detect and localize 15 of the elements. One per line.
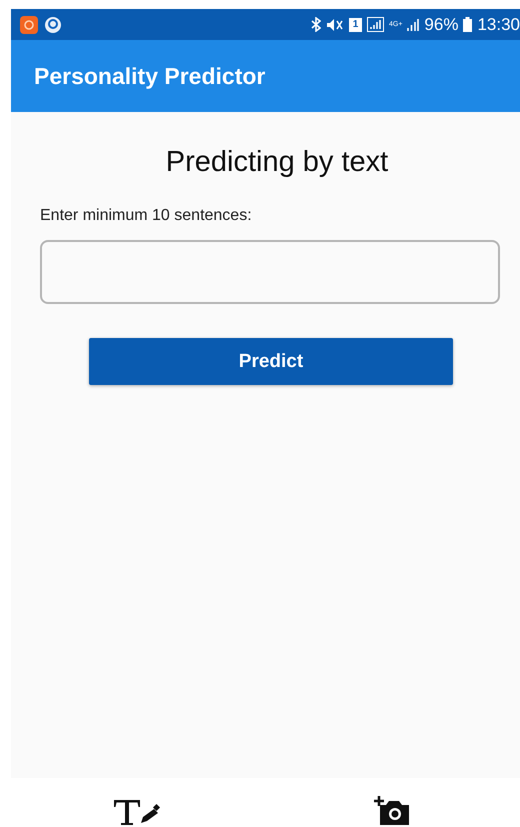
predict-button[interactable]: Predict [89,338,453,385]
bluetooth-icon [310,17,321,32]
page-heading: Predicting by text [166,146,388,179]
battery-icon [463,17,472,32]
battery-percent: 96% [424,14,458,34]
sim-badge: 1 [348,18,362,32]
field-label: Enter minimum 10 sentences: [40,207,253,225]
app-title: Personality Predictor [34,62,266,90]
mute-icon [326,18,344,32]
app-icon [20,16,38,34]
signal-icon [366,17,384,32]
text-input[interactable] [40,240,500,304]
clock: 13:30 [477,14,520,34]
signal-icon [407,18,420,31]
add-photo-icon[interactable] [374,795,412,825]
